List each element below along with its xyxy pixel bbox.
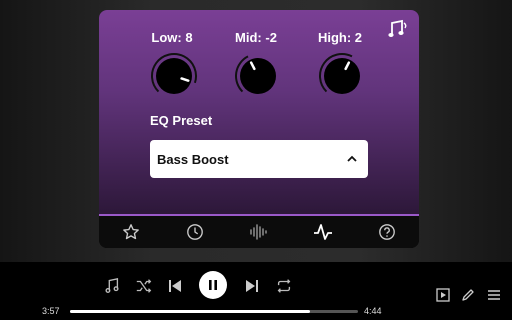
pulse-icon (314, 224, 332, 240)
shuffle-icon (136, 279, 152, 293)
playback-bar: 3:57 4:44 (0, 262, 512, 320)
mid-knob-label: Mid: -2 (235, 30, 277, 45)
queue-play-icon (436, 288, 450, 302)
tab-bar (99, 216, 419, 248)
high-knob[interactable] (318, 52, 366, 100)
low-knob-label: Low: 8 (151, 30, 193, 45)
low-knob[interactable] (150, 52, 198, 100)
equalizer-panel: Low: 8 Mid: -2 High: 2 EQ Preset Bass Bo… (99, 10, 419, 216)
menu-button[interactable] (486, 287, 502, 303)
app-background: Low: 8 Mid: -2 High: 2 EQ Preset Bass Bo… (0, 0, 512, 262)
menu-icon (488, 290, 500, 300)
tab-equalizer[interactable] (291, 216, 355, 248)
mid-knob[interactable] (234, 52, 282, 100)
previous-button[interactable] (164, 275, 186, 297)
waveform-icon (250, 224, 267, 240)
edit-button[interactable] (460, 287, 476, 303)
eq-preset-label: EQ Preset (150, 113, 213, 128)
knob-body (156, 58, 192, 94)
preset-dropdown[interactable]: Bass Boost (150, 140, 368, 178)
preset-value: Bass Boost (157, 151, 229, 167)
tab-visualizer[interactable] (227, 216, 291, 248)
progress-fill (70, 310, 311, 313)
repeat-icon (277, 279, 291, 293)
tab-favorites[interactable] (99, 216, 163, 248)
music-note-icon (105, 277, 119, 293)
shuffle-button[interactable] (133, 275, 155, 297)
tab-history[interactable] (163, 216, 227, 248)
pause-icon (209, 280, 217, 290)
high-knob-label: High: 2 (317, 30, 363, 45)
star-icon (123, 224, 139, 240)
next-button[interactable] (241, 275, 263, 297)
next-icon (246, 280, 258, 292)
elapsed-time: 3:57 (42, 306, 60, 316)
tab-help[interactable] (355, 216, 419, 248)
edit-icon (462, 289, 474, 301)
pause-button[interactable] (199, 271, 227, 299)
queue-button[interactable] (435, 287, 451, 303)
music-library-button[interactable] (101, 275, 123, 297)
chevron-up-icon (347, 155, 357, 162)
previous-icon (169, 280, 181, 292)
equalizer-card: Low: 8 Mid: -2 High: 2 EQ Preset Bass Bo… (99, 10, 419, 248)
total-time: 4:44 (364, 306, 382, 316)
repeat-button[interactable] (273, 275, 295, 297)
knob-body (324, 58, 360, 94)
knob-body (240, 58, 276, 94)
music-note-icon[interactable] (387, 18, 409, 40)
progress-slider[interactable] (70, 310, 358, 313)
help-icon (379, 224, 395, 240)
clock-icon (187, 224, 203, 240)
